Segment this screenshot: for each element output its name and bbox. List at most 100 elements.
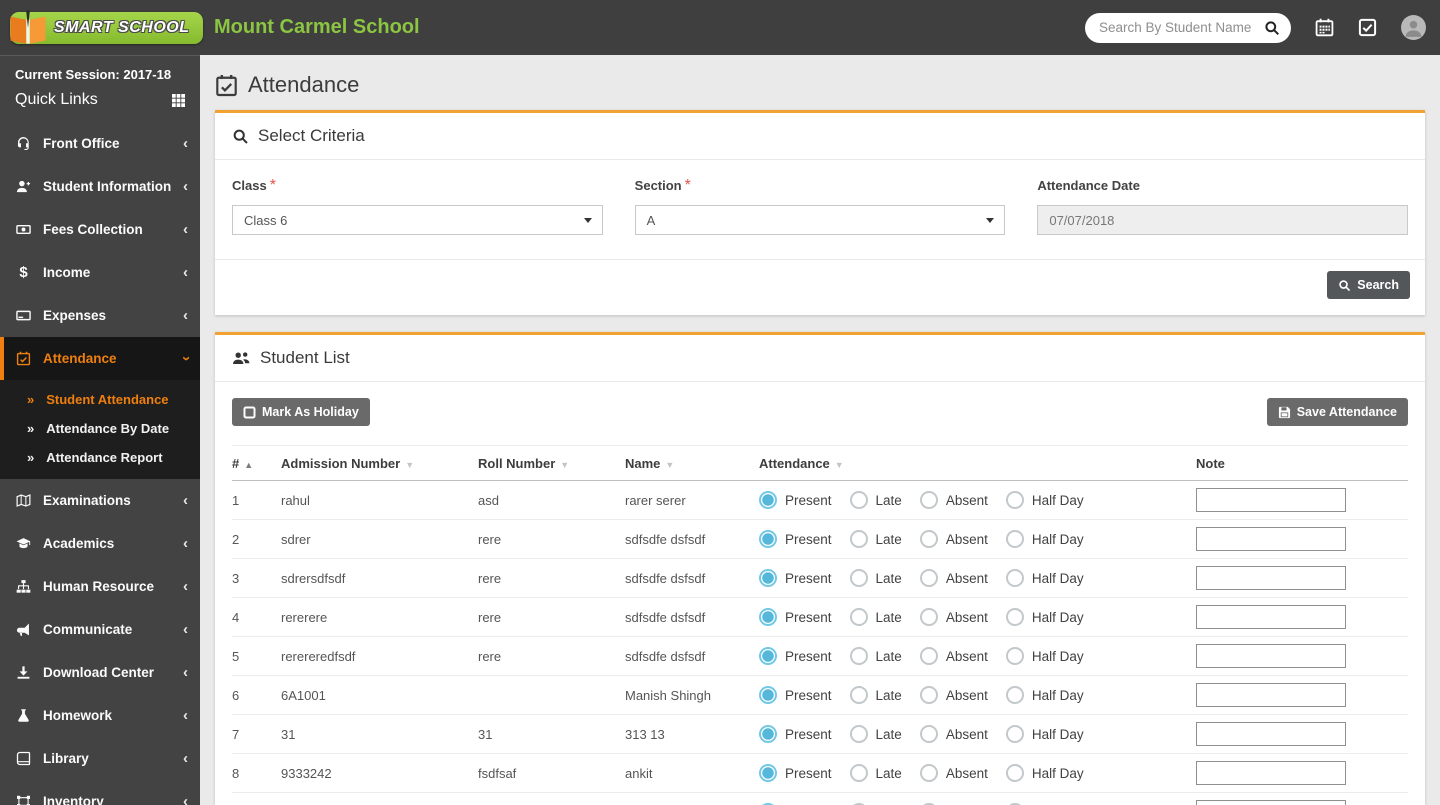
present-radio[interactable]	[759, 569, 777, 587]
note-input[interactable]	[1196, 761, 1346, 785]
submenu-item-student-attendance[interactable]: » Student Attendance	[0, 385, 200, 414]
note-input[interactable]	[1196, 644, 1346, 668]
sidebar-item-communicate[interactable]: Communicate ‹	[0, 608, 200, 651]
radio-late[interactable]: Late	[849, 608, 902, 626]
radio-halfday[interactable]: Half Day	[1005, 764, 1084, 782]
radio-present[interactable]: Present	[759, 569, 832, 587]
radio-late[interactable]: Late	[849, 530, 902, 548]
halfday-radio[interactable]	[1005, 764, 1024, 782]
radio-present[interactable]: Present	[759, 686, 832, 704]
present-radio[interactable]	[759, 530, 777, 548]
sidebar-item-homework[interactable]: Homework ‹	[0, 694, 200, 737]
radio-present[interactable]: Present	[759, 491, 832, 509]
note-input[interactable]	[1196, 566, 1346, 590]
sidebar-item-inventory[interactable]: Inventory ‹	[0, 780, 200, 805]
sidebar-item-examinations[interactable]: Examinations ‹	[0, 479, 200, 522]
submenu-item-attendance-by-date[interactable]: » Attendance By Date	[0, 414, 200, 443]
tasks-icon[interactable]	[1358, 18, 1377, 37]
search-input[interactable]	[1099, 20, 1264, 35]
absent-radio[interactable]	[919, 686, 938, 704]
save-attendance-button[interactable]: Save Attendance	[1266, 398, 1408, 426]
sidebar-item-library[interactable]: Library ‹	[0, 737, 200, 780]
halfday-radio[interactable]	[1005, 725, 1024, 743]
radio-present[interactable]: Present	[759, 647, 832, 665]
sidebar-item-academics[interactable]: Academics ‹	[0, 522, 200, 565]
present-radio[interactable]	[759, 686, 777, 704]
present-radio[interactable]	[759, 608, 777, 626]
late-radio[interactable]	[849, 608, 868, 626]
mark-as-holiday-button[interactable]: Mark As Holiday	[232, 398, 370, 426]
absent-radio[interactable]	[919, 491, 938, 509]
search-button[interactable]: Search	[1327, 271, 1410, 299]
halfday-radio[interactable]	[1005, 491, 1024, 509]
column-header-admission[interactable]: Admission Number ▼	[281, 445, 478, 481]
absent-radio[interactable]	[919, 530, 938, 548]
absent-radio[interactable]	[919, 569, 938, 587]
present-radio[interactable]	[759, 491, 777, 509]
user-avatar[interactable]	[1401, 15, 1426, 40]
late-radio[interactable]	[849, 686, 868, 704]
radio-absent[interactable]: Absent	[919, 608, 988, 626]
sidebar-item-attendance[interactable]: Attendance ‹	[0, 337, 200, 380]
sidebar-item-income[interactable]: $ Income ‹	[0, 251, 200, 294]
radio-halfday[interactable]: Half Day	[1005, 530, 1084, 548]
attendance-date-input[interactable]: 07/07/2018	[1037, 205, 1409, 235]
radio-absent[interactable]: Absent	[919, 764, 988, 782]
radio-present[interactable]: Present	[759, 608, 832, 626]
radio-late[interactable]: Late	[849, 569, 902, 587]
absent-radio[interactable]	[919, 647, 938, 665]
late-radio[interactable]	[849, 725, 868, 743]
present-radio[interactable]	[759, 764, 777, 782]
halfday-radio[interactable]	[1005, 647, 1024, 665]
app-logo[interactable]: SMART SCHOOL	[0, 9, 204, 44]
sidebar-item-student-information[interactable]: Student Information ‹	[0, 165, 200, 208]
column-header-name[interactable]: Name ▼	[625, 445, 759, 481]
search-icon[interactable]	[1264, 20, 1280, 36]
radio-present[interactable]: Present	[759, 764, 832, 782]
submenu-item-attendance-report[interactable]: » Attendance Report	[0, 443, 200, 472]
sidebar-item-human-resource[interactable]: Human Resource ‹	[0, 565, 200, 608]
sidebar-item-fees-collection[interactable]: Fees Collection ‹	[0, 208, 200, 251]
section-select[interactable]: A	[634, 205, 1006, 235]
sidebar-item-front-office[interactable]: Front Office ‹	[0, 122, 200, 165]
late-radio[interactable]	[849, 491, 868, 509]
halfday-radio[interactable]	[1005, 608, 1024, 626]
late-radio[interactable]	[849, 569, 868, 587]
calendar-icon[interactable]	[1315, 18, 1334, 37]
column-header-attendance[interactable]: Attendance ▼	[759, 445, 1196, 481]
radio-absent[interactable]: Absent	[919, 647, 988, 665]
absent-radio[interactable]	[919, 725, 938, 743]
note-input[interactable]	[1196, 800, 1346, 805]
radio-late[interactable]: Late	[849, 491, 902, 509]
halfday-radio[interactable]	[1005, 569, 1024, 587]
note-input[interactable]	[1196, 527, 1346, 551]
radio-halfday[interactable]: Half Day	[1005, 491, 1084, 509]
note-input[interactable]	[1196, 722, 1346, 746]
note-input[interactable]	[1196, 683, 1346, 707]
radio-absent[interactable]: Absent	[919, 491, 988, 509]
radio-halfday[interactable]: Half Day	[1005, 725, 1084, 743]
absent-radio[interactable]	[919, 608, 938, 626]
radio-halfday[interactable]: Half Day	[1005, 686, 1084, 704]
halfday-radio[interactable]	[1005, 530, 1024, 548]
radio-present[interactable]: Present	[759, 725, 832, 743]
radio-halfday[interactable]: Half Day	[1005, 608, 1084, 626]
column-header-roll[interactable]: Roll Number ▼	[478, 445, 625, 481]
sidebar-item-expenses[interactable]: Expenses ‹	[0, 294, 200, 337]
late-radio[interactable]	[849, 764, 868, 782]
radio-present[interactable]: Present	[759, 530, 832, 548]
late-radio[interactable]	[849, 647, 868, 665]
radio-late[interactable]: Late	[849, 686, 902, 704]
late-radio[interactable]	[849, 530, 868, 548]
radio-absent[interactable]: Absent	[919, 569, 988, 587]
radio-absent[interactable]: Absent	[919, 725, 988, 743]
radio-absent[interactable]: Absent	[919, 530, 988, 548]
note-input[interactable]	[1196, 605, 1346, 629]
radio-late[interactable]: Late	[849, 725, 902, 743]
halfday-radio[interactable]	[1005, 686, 1024, 704]
present-radio[interactable]	[759, 725, 777, 743]
quick-links[interactable]: Quick Links	[15, 91, 185, 109]
radio-halfday[interactable]: Half Day	[1005, 569, 1084, 587]
sidebar-item-download-center[interactable]: Download Center ‹	[0, 651, 200, 694]
class-select[interactable]: Class 6	[232, 205, 603, 235]
